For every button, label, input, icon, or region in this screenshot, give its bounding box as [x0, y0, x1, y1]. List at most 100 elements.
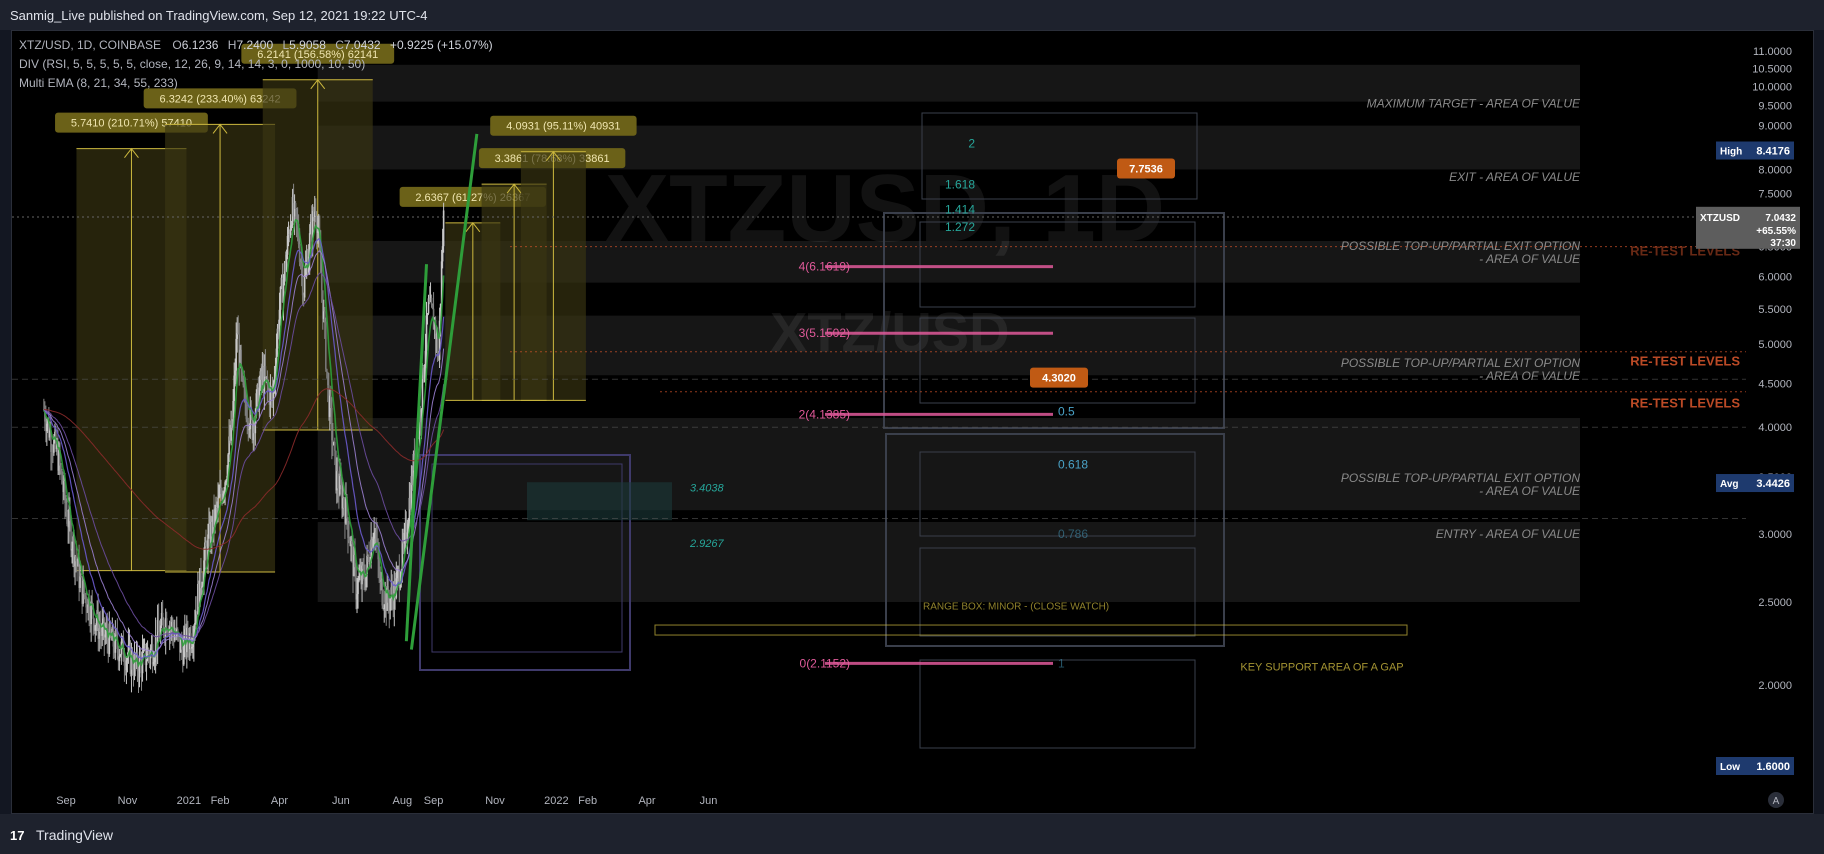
- legend-change: +0.9225 (+15.07%): [389, 38, 493, 52]
- fib-ext-label-0: 2: [968, 136, 975, 150]
- y-tick-1: 2.5000: [1758, 597, 1792, 609]
- legend-indicator-div[interactable]: DIV (RSI, 5, 5, 5, 5, 5, close, 12, 26, …: [19, 57, 365, 71]
- zone-sublabel-4: - AREA OF VALUE: [1479, 484, 1581, 498]
- x-tick-4: Apr: [271, 795, 288, 807]
- measure-label-1: 6.3242 (233.40%) 63242: [160, 93, 281, 105]
- last-price: 7.0432: [1765, 213, 1796, 224]
- candle-body: [320, 273, 323, 291]
- y-tick-14: 9.0000: [1758, 121, 1792, 133]
- high-marker-label: High: [1720, 147, 1742, 158]
- range-box-minor: [654, 624, 1408, 636]
- x-tick-12: Jun: [700, 795, 718, 807]
- y-tick-0: 2.0000: [1758, 680, 1792, 692]
- measure-label-5: 4.0931 (95.11%) 40931: [506, 121, 620, 133]
- candle-body: [79, 576, 81, 588]
- x-tick-8: Nov: [485, 795, 505, 807]
- y-tick-11: 7.5000: [1758, 188, 1792, 200]
- price-chart[interactable]: MAXIMUM TARGET - AREA OF VALUE EXIT - ARE…: [0, 0, 1824, 854]
- legend-high: 7.2400: [236, 38, 274, 52]
- fib-ext-label-6: 0.786: [1058, 527, 1088, 541]
- y-tick-6: 5.0000: [1758, 339, 1792, 351]
- fib-ext-label-4: 0.5: [1058, 405, 1075, 419]
- legend-symbol-line: XTZ/USD, 1D, COINBASE O6.1236 H7.2400 L5…: [19, 38, 493, 52]
- x-tick-2: 2021: [177, 795, 201, 807]
- zone-label-5: ENTRY - AREA OF VALUE: [1436, 527, 1581, 541]
- y-tick-8: 6.0000: [1758, 271, 1792, 283]
- candle-body: [326, 368, 328, 373]
- y-tick-12: 8.0000: [1758, 164, 1792, 176]
- symbol-tag: XTZUSD: [1700, 213, 1740, 224]
- level-tag-0: 7.7536: [1129, 164, 1163, 176]
- zone-band-5: [317, 522, 1580, 603]
- retest-label-2: RE-TEST LEVELS: [1630, 395, 1740, 410]
- zone-sublabel-3: - AREA OF VALUE: [1479, 369, 1581, 383]
- y-tick-7: 5.5000: [1758, 304, 1792, 316]
- candle-body: [264, 365, 267, 377]
- low-marker-value: 1.6000: [1756, 761, 1790, 773]
- side-label-0: 3.4038: [690, 483, 725, 495]
- legend-close-label: C: [335, 38, 344, 52]
- zone-label-0: MAXIMUM TARGET - AREA OF VALUE: [1367, 96, 1581, 110]
- legend-close: 7.0432: [343, 38, 381, 52]
- fib-ext-label-7: 1: [1058, 656, 1065, 670]
- x-tick-5: Jun: [332, 795, 350, 807]
- fib-label-0: 4(6.1619): [799, 260, 850, 274]
- countdown: 37:30: [1770, 238, 1796, 249]
- last-change: +65.55%: [1756, 226, 1796, 237]
- x-tick-6: Aug: [393, 795, 413, 807]
- y-tick-15: 9.5000: [1758, 101, 1792, 113]
- auto-scale-label: A: [1773, 796, 1780, 807]
- tradingview-logo-text[interactable]: TradingView: [36, 827, 113, 843]
- fib-label-1: 3(5.1502): [799, 326, 850, 340]
- candle-body: [334, 442, 336, 451]
- low-marker-label: Low: [1720, 762, 1740, 773]
- legend-symbol: XTZ/USD, 1D, COINBASE: [19, 38, 162, 52]
- fib-ext-label-3: 1.272: [945, 220, 975, 234]
- y-tick-4: 4.0000: [1758, 422, 1792, 434]
- x-tick-7: Sep: [424, 795, 444, 807]
- range-box-7: [919, 659, 1196, 749]
- x-tick-0: Sep: [56, 795, 76, 807]
- level-tag-1: 4.3020: [1042, 373, 1076, 385]
- candle-body: [217, 497, 219, 509]
- legend-open-label: O: [172, 38, 182, 52]
- fib-ext-label-5: 0.618: [1058, 457, 1088, 471]
- zone-label-3: POSSIBLE TOP-UP/PARTIAL EXIT OPTION: [1341, 356, 1581, 370]
- candle-body: [301, 267, 304, 296]
- retest-label-1: RE-TEST LEVELS: [1630, 354, 1740, 369]
- y-tick-17: 10.5000: [1752, 63, 1792, 75]
- time-axis: Sep Nov 2021 Feb Apr Jun Aug Sep Nov 2022 Feb Apr Ju…: [56, 792, 1784, 808]
- zone-label-4: POSSIBLE TOP-UP/PARTIAL EXIT OPTION: [1341, 471, 1581, 485]
- high-marker-value: 8.4176: [1756, 146, 1790, 158]
- zone-label-1: EXIT - AREA OF VALUE: [1449, 170, 1581, 184]
- watermark-large: XTZUSD, 1D: [605, 155, 1165, 262]
- candle-body: [279, 286, 282, 310]
- accumulation-box: [527, 482, 672, 521]
- price-axis: 2.00002.50003.00003.50004.00004.50005.00…: [1696, 46, 1800, 775]
- fib-label-2: 2(4.1385): [799, 407, 850, 421]
- zone-label-2: POSSIBLE TOP-UP/PARTIAL EXIT OPTION: [1341, 239, 1581, 253]
- y-tick-16: 10.0000: [1752, 81, 1792, 93]
- x-tick-9: 2022: [544, 795, 568, 807]
- x-tick-11: Apr: [638, 795, 655, 807]
- fib-ext-label-2: 1.414: [945, 203, 975, 217]
- candle-body: [442, 210, 445, 247]
- avg-marker-value: 3.4426: [1756, 478, 1790, 490]
- x-tick-3: Feb: [211, 795, 230, 807]
- avg-marker-label: Avg: [1720, 479, 1739, 490]
- y-tick-5: 4.5000: [1758, 378, 1792, 390]
- support-label: KEY SUPPORT AREA OF A GAP: [1240, 661, 1403, 673]
- legend-open: 6.1236: [181, 38, 219, 52]
- fib-label-3: 0(2.1152): [800, 656, 850, 670]
- bottom-bar: [0, 814, 1824, 854]
- range-box-minor-label: RANGE BOX: MINOR - (CLOSE WATCH): [923, 602, 1109, 613]
- candle-body: [303, 275, 306, 298]
- candle-body: [357, 580, 359, 595]
- legend-low: 5.9058: [289, 38, 326, 52]
- fib-ext-label-1: 1.618: [945, 178, 975, 192]
- y-tick-2: 3.0000: [1758, 529, 1792, 541]
- tradingview-logo-icon[interactable]: 17: [10, 828, 24, 843]
- legend-indicator-ema[interactable]: Multi EMA (8, 21, 34, 55, 233): [19, 76, 178, 90]
- zone-sublabel-2: - AREA OF VALUE: [1479, 252, 1581, 266]
- candle-body: [325, 321, 327, 369]
